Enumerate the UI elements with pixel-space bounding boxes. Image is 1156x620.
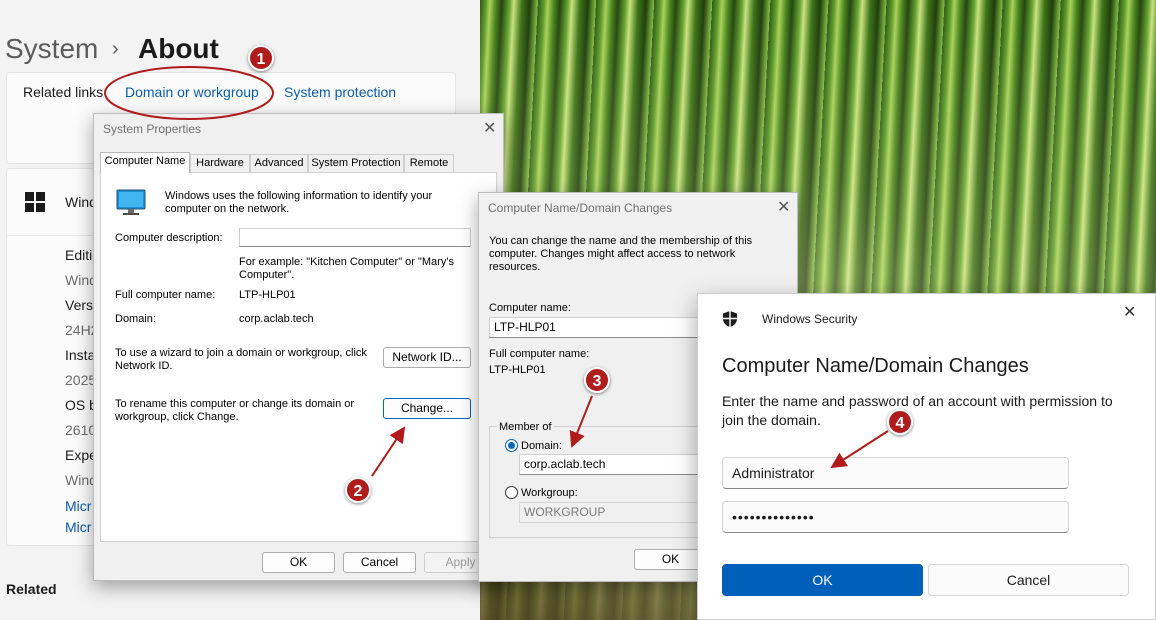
spec-link-2[interactable]: Micr [65,519,91,535]
full-computer-name-value: LTP-HLP01 [239,289,296,301]
step-2-badge: 2 [345,477,371,503]
rename-info-text: To rename this computer or change its do… [115,398,355,423]
credential-prompt-text: Enter the name and password of an accoun… [722,393,1113,428]
close-icon[interactable]: ✕ [1123,302,1136,322]
dialog-title: Computer Name/Domain Changes [722,355,1029,377]
cancel-button[interactable]: Cancel [928,564,1129,596]
network-id-button[interactable]: Network ID... [383,347,471,368]
windows-logo-icon [25,192,45,212]
breadcrumb-chevron: › [112,38,119,60]
domain-radio[interactable] [505,439,518,452]
tab-remote[interactable]: Remote [404,154,454,172]
tab-hardware[interactable]: Hardware [190,154,250,172]
windows-security-header: Windows Security [762,312,858,326]
computer-description-input[interactable] [239,228,471,247]
windows-security-dialog: Windows Security ✕ Computer Name/Domain … [697,293,1156,620]
domain-label: Domain: [115,313,156,325]
workgroup-radio[interactable] [505,486,518,499]
step-3-badge: 3 [584,367,610,393]
tab-system-protection[interactable]: System Protection [308,154,404,172]
ok-button[interactable]: OK [722,564,923,596]
computer-description-label: Computer description: [115,232,223,244]
wizard-info-text: To use a wizard to join a domain or work… [115,347,367,372]
related-section-heading: Related [6,581,57,597]
domain-or-workgroup-link[interactable]: Domain or workgroup [125,84,259,100]
page-title: About [138,33,219,64]
spec-osbuild-value: 2610 [65,422,97,438]
close-icon[interactable]: ✕ [483,118,496,138]
step-4-badge: 4 [887,409,913,435]
domain-radio-label[interactable]: Domain: [521,440,562,452]
workgroup-radio-label[interactable]: Workgroup: [521,487,578,499]
full-computer-name-label: Full computer name: [115,289,216,301]
example-text: For example: "Kitchen Computer" or "Mary… [239,256,454,281]
shield-icon [723,311,737,327]
full-computer-name-label: Full computer name: [489,348,590,360]
spec-link-1[interactable]: Micr [65,498,91,514]
domain-value: corp.aclab.tech [239,313,314,325]
computer-icon [116,189,146,215]
spec-installed-value: 2025 [65,372,97,388]
identify-info-text: Windows uses the following information t… [165,190,433,215]
password-input[interactable]: •••••••••••••• [722,501,1069,533]
member-of-label: Member of [497,421,554,433]
tab-advanced[interactable]: Advanced [250,154,308,172]
system-properties-dialog: System Properties ✕ Computer Name Hardwa… [93,113,504,581]
info-text: You can change the name and the membersh… [489,235,753,273]
close-icon[interactable]: ✕ [777,197,790,217]
computer-name-label: Computer name: [489,302,571,314]
cancel-button[interactable]: Cancel [343,552,416,573]
breadcrumb-system[interactable]: System [5,33,98,65]
ok-button[interactable]: OK [262,552,335,573]
step-1-badge: 1 [248,45,274,71]
dialog-title: Computer Name/Domain Changes [488,201,673,215]
full-computer-name-value: LTP-HLP01 [489,364,546,376]
change-button[interactable]: Change... [383,398,471,419]
related-links-label: Related links [23,84,104,100]
username-input[interactable]: Administrator [722,457,1069,489]
tab-computer-name[interactable]: Computer Name [100,152,190,173]
dialog-title: System Properties [103,122,202,136]
system-protection-link[interactable]: System protection [284,84,396,100]
